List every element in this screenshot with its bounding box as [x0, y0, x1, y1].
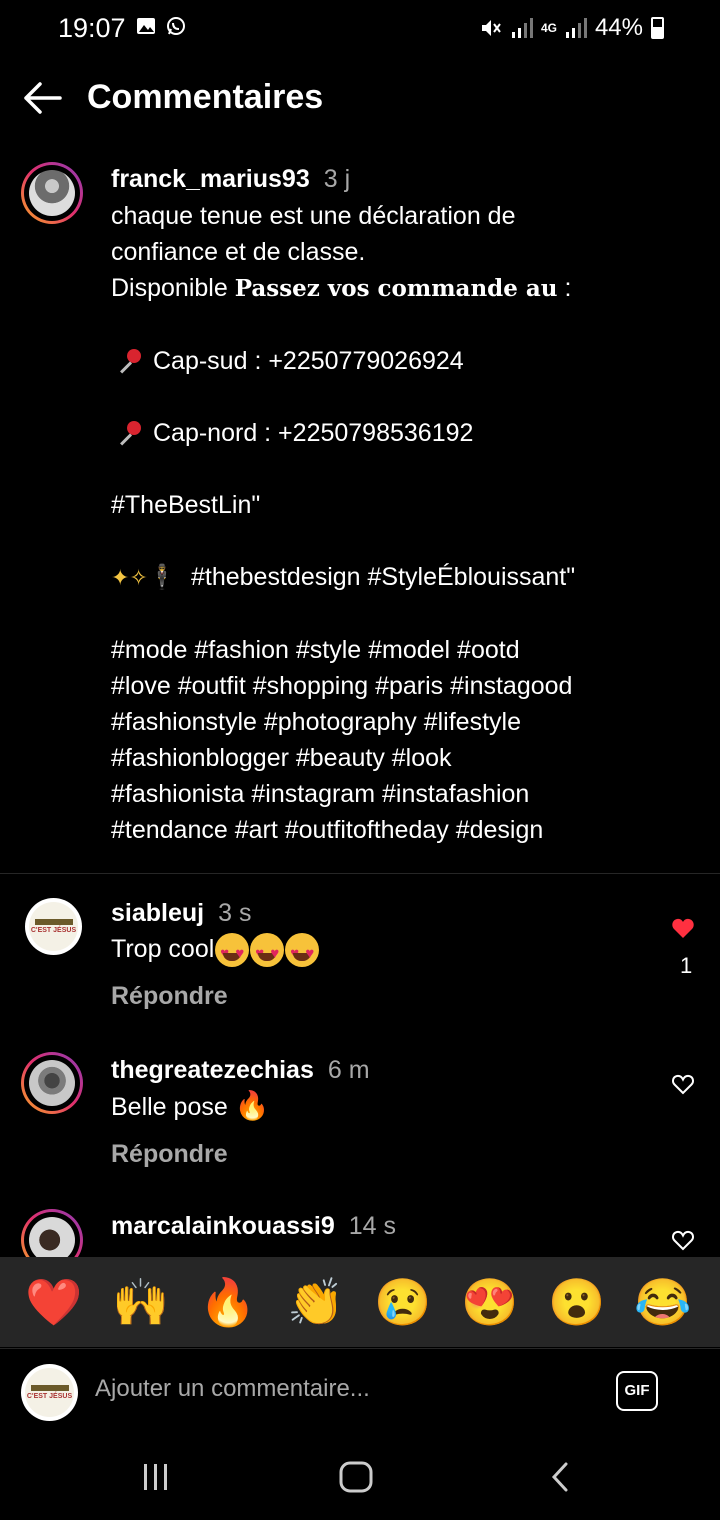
- heart-eyes-emoji: [215, 933, 250, 973]
- gallery-icon: [137, 18, 155, 34]
- hashtag-line[interactable]: #fashionstyle #photography #lifestyle: [111, 704, 701, 740]
- emoji-crying-button[interactable]: 😢: [374, 1273, 432, 1331]
- emoji-quick-bar: ❤️ 🙌 🔥 👏 😢 😍 😮 😂: [0, 1257, 720, 1347]
- sparkles-icon: ✦✧: [111, 565, 148, 590]
- hashtag-line[interactable]: #mode #fashion #style #model #ootd: [111, 632, 701, 668]
- contact-cap-nord: Cap-nord : +2250798536192: [153, 419, 474, 447]
- caption-line: Cap-sud : +2250779026924: [111, 343, 701, 379]
- caption-line: ✦✧🕴 #thebestdesign #StyleÉblouissant": [111, 559, 701, 596]
- gif-button[interactable]: GIF: [616, 1371, 658, 1411]
- status-time: 19:07: [58, 13, 126, 43]
- hashtag-line[interactable]: #tendance #art #outfitoftheday #design: [111, 812, 701, 848]
- comment-header: siableuj 3 s: [111, 896, 651, 930]
- comment-username[interactable]: marcalainkouassi9: [111, 1212, 335, 1240]
- emoji-raising-hands-button[interactable]: 🙌: [112, 1273, 170, 1331]
- back-nav-icon[interactable]: [546, 1461, 574, 1493]
- whatsapp-icon: [167, 17, 185, 35]
- hashtag-line[interactable]: #fashionblogger #beauty #look: [111, 740, 701, 776]
- contact-cap-sud: Cap-sud : +2250779026924: [153, 347, 464, 375]
- comment-text: Trop cool: [111, 930, 651, 973]
- comment-input-bar: C'EST JÉSUS Ajouter un commentaire... GI…: [0, 1348, 720, 1437]
- status-bar: 19:07 4G 44%: [0, 0, 720, 58]
- comment-age: 14 s: [348, 1212, 397, 1240]
- post-author-line: franck_marius93 3 j: [111, 162, 701, 198]
- header: Commentaires: [0, 58, 720, 142]
- post-age: 3 j: [323, 165, 351, 193]
- person-icon: 🕴: [147, 564, 177, 591]
- hashtag-text[interactable]: #thebestdesign #StyleÉblouissant": [191, 563, 575, 591]
- heart-eyes-emoji: [285, 933, 320, 973]
- status-right: 4G 44%: [479, 14, 664, 42]
- caption-line: Disponible Passez vos commande au :: [111, 270, 701, 307]
- comment-username[interactable]: thegreatezechias: [111, 1056, 314, 1084]
- mute-icon: [481, 20, 501, 36]
- caption-line: confiance et de classe.: [111, 238, 366, 266]
- comment: siableuj 3 s Trop cool Répondre: [111, 896, 651, 1011]
- back-arrow-icon[interactable]: [20, 76, 64, 120]
- avatar-label: C'EST JÉSUS: [26, 1393, 73, 1400]
- post-username[interactable]: franck_marius93: [111, 165, 310, 193]
- current-user-avatar: C'EST JÉSUS: [21, 1364, 78, 1421]
- comment-body: Trop cool: [111, 935, 215, 963]
- emoji-laughing-button[interactable]: 😂: [634, 1273, 692, 1331]
- pushpin-icon: [111, 419, 145, 449]
- recent-apps-icon[interactable]: [140, 1461, 172, 1493]
- emoji-heart-eyes-button[interactable]: 😍: [461, 1273, 519, 1331]
- comment-partial: marcalainkouassi9 14 s: [0, 1195, 720, 1257]
- network-type: 4G: [540, 21, 557, 35]
- hashtag-line[interactable]: #TheBestLin": [111, 487, 701, 523]
- caption-text: :: [557, 274, 572, 302]
- signal-icon-2: [565, 18, 587, 38]
- comment-input[interactable]: Ajouter un commentaire...: [95, 1375, 370, 1403]
- comment-avatar[interactable]: [21, 1052, 83, 1114]
- author-avatar[interactable]: [21, 162, 83, 224]
- comment-username[interactable]: siableuj: [111, 899, 204, 927]
- avatar-banner: [30, 1385, 69, 1391]
- home-icon[interactable]: [338, 1461, 374, 1493]
- reply-button[interactable]: Répondre: [111, 1140, 651, 1169]
- emoji-fire-button[interactable]: 🔥: [199, 1273, 257, 1331]
- pushpin-icon: [111, 347, 145, 377]
- hashtag-line[interactable]: #love #outfit #shopping #paris #instagoo…: [111, 668, 701, 704]
- system-nav-bar: [0, 1437, 720, 1520]
- fire-emoji: 🔥: [234, 1090, 270, 1121]
- page-title: Commentaires: [87, 78, 324, 116]
- caption-text: Disponible: [111, 274, 235, 302]
- liked-heart-icon[interactable]: [671, 917, 695, 939]
- battery-icon: [651, 17, 664, 39]
- comment-header: thegreatezechias 6 m: [111, 1053, 651, 1087]
- hashtag-line[interactable]: #fashionista #instagram #instafashion: [111, 776, 701, 812]
- divider: [0, 873, 720, 874]
- avatar-label: C'EST JÉSUS: [30, 927, 77, 934]
- heart-outline-icon[interactable]: [671, 1073, 695, 1095]
- reply-button[interactable]: Répondre: [111, 982, 651, 1011]
- comment-age: 3 s: [218, 899, 252, 927]
- caption-line: chaque tenue est une déclaration de: [111, 202, 516, 230]
- caption-line: Cap-nord : +2250798536192: [111, 415, 701, 451]
- comment-header: marcalainkouassi9 14 s: [111, 1209, 396, 1245]
- comment-age: 6 m: [327, 1056, 370, 1084]
- comment-avatar[interactable]: C'EST JÉSUS: [25, 898, 82, 955]
- battery-percent: 44%: [594, 14, 643, 41]
- emoji-surprised-button[interactable]: 😮: [548, 1273, 606, 1331]
- avatar-banner: [34, 919, 73, 925]
- comment: thegreatezechias 6 m Belle pose 🔥 Répondr…: [111, 1053, 651, 1169]
- signal-icon: [511, 18, 533, 38]
- like-count: 1: [680, 953, 693, 978]
- caption-bold-text: Passez vos commande au: [234, 275, 558, 302]
- comment-body: Belle pose: [111, 1093, 235, 1121]
- heart-eyes-emoji: [250, 933, 285, 973]
- comment-text: Belle pose 🔥: [111, 1087, 651, 1126]
- emoji-clapping-button[interactable]: 👏: [287, 1273, 345, 1331]
- heart-outline-icon[interactable]: [671, 1229, 695, 1251]
- post-caption: franck_marius93 3 j chaque tenue est une …: [111, 162, 701, 848]
- emoji-red-heart-button[interactable]: ❤️: [25, 1273, 83, 1331]
- comment-avatar[interactable]: [21, 1209, 83, 1257]
